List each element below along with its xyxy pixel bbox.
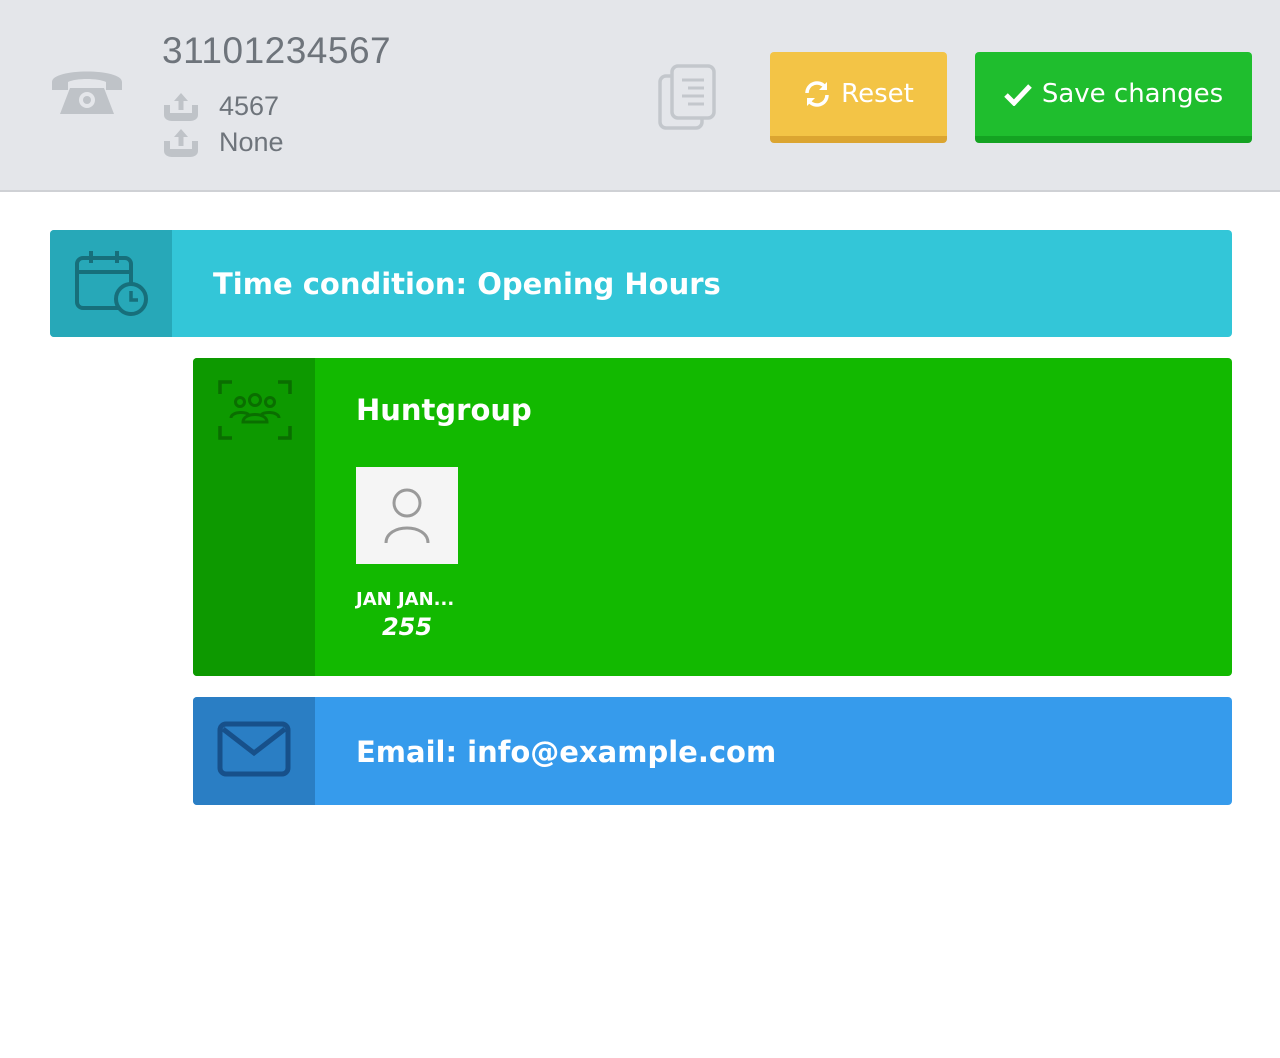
telephone-icon (52, 71, 122, 114)
save-label: Save changes (1041, 79, 1224, 109)
group-icon (218, 380, 292, 440)
extension-value: 4567 (219, 90, 280, 121)
phone-number: 31101234567 (162, 30, 392, 71)
upload-tray-icon (164, 93, 198, 121)
email-title: Email: info@example.com (356, 735, 777, 769)
huntgroup-content: Huntgroup JAN JAN... 255 (315, 358, 1232, 676)
secondary-value: None (219, 126, 284, 157)
huntgroup-title: Huntgroup (356, 393, 532, 427)
huntgroup-card[interactable]: Huntgroup JAN JAN... 255 (193, 358, 1232, 676)
checkmark-icon (1004, 84, 1032, 106)
reset-button[interactable]: Reset (770, 52, 947, 143)
email-icon-panel (193, 697, 315, 805)
save-changes-button[interactable]: Save changes (975, 52, 1252, 143)
refresh-icon (805, 81, 829, 107)
copy-icon[interactable] (658, 64, 718, 132)
calendar-clock-icon (75, 251, 148, 316)
reset-label: Reset (841, 79, 914, 109)
avatar (356, 467, 458, 564)
time-condition-content: Time condition: Opening Hours (172, 230, 1232, 337)
email-content: Email: info@example.com (315, 697, 1232, 805)
envelope-icon (217, 721, 291, 777)
user-icon (384, 488, 430, 543)
huntgroup-icon-panel (193, 358, 315, 676)
secondary-row: None (162, 127, 284, 157)
time-condition-card[interactable]: Time condition: Opening Hours (50, 230, 1232, 337)
upload-tray-icon (164, 129, 198, 157)
header-bar: 31101234567 4567 None Reset Save changes (0, 0, 1280, 192)
time-condition-title: Time condition: Opening Hours (213, 267, 721, 301)
member-extension: 255 (381, 613, 433, 641)
huntgroup-member[interactable]: JAN JAN... 255 (356, 467, 458, 641)
member-name: JAN JAN... (356, 589, 455, 610)
email-card[interactable]: Email: info@example.com (193, 697, 1232, 805)
extension-row: 4567 (162, 91, 279, 121)
time-condition-icon-panel (50, 230, 172, 337)
